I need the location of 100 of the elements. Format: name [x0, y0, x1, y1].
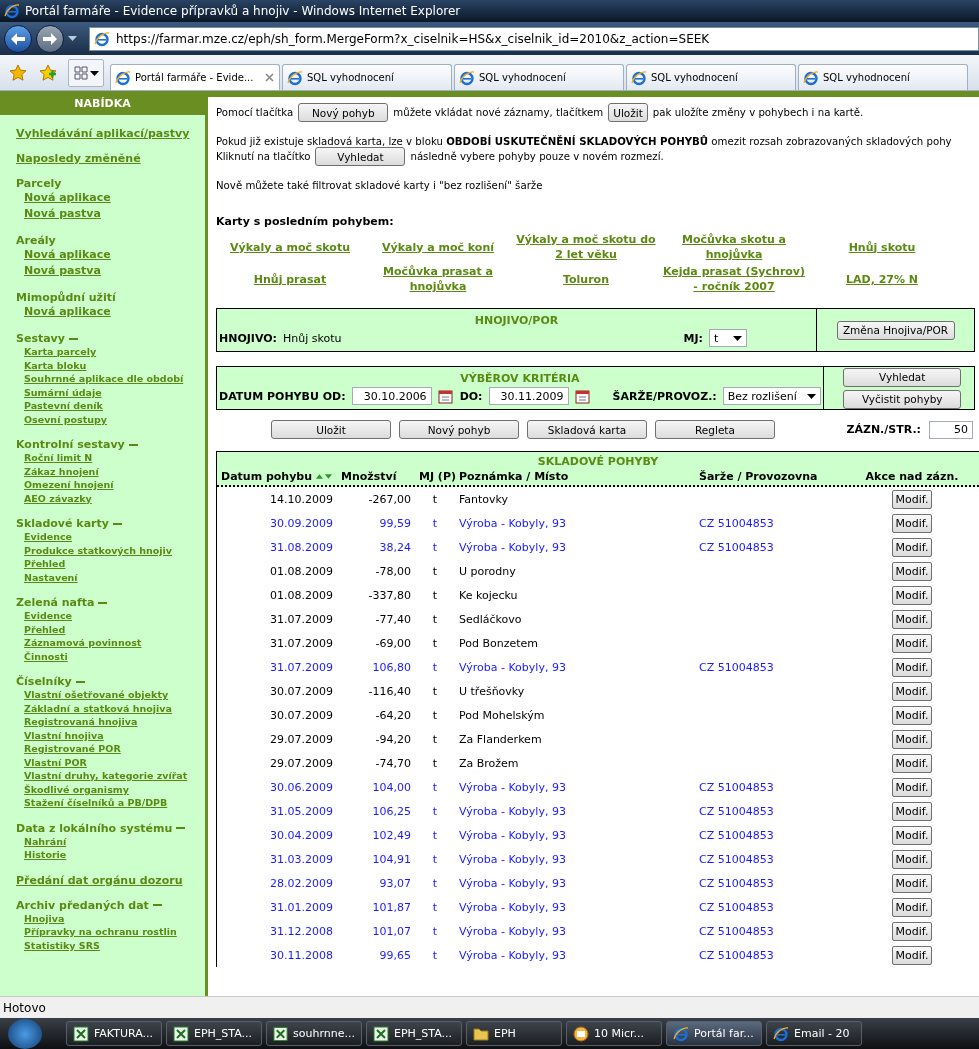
action-button[interactable]: Regleta [655, 420, 775, 439]
sidebar-link[interactable]: Zákaz hnojení [24, 464, 205, 478]
sidebar-link[interactable]: Nová aplikace [24, 305, 205, 318]
taskbar-button[interactable]: Portál far... [666, 1021, 762, 1046]
sidebar-link[interactable]: Roční limit N [24, 451, 205, 465]
sort-icon[interactable] [315, 473, 333, 480]
sidebar-link[interactable]: Přehled [24, 622, 205, 636]
taskbar-button[interactable]: Email - 20 [766, 1021, 862, 1046]
sidebar-link[interactable]: Historie [24, 848, 205, 862]
sidebar-link[interactable]: Činnosti [24, 649, 205, 663]
sidebar-link[interactable]: Produkce statkových hnojiv [24, 543, 205, 557]
action-button[interactable]: Skladová karta [527, 420, 647, 439]
change-fertilizer-button[interactable]: Změna Hnojiva/POR [836, 320, 955, 340]
batch-select[interactable]: Bez rozlišení [722, 387, 821, 405]
sidebar-link[interactable]: Vyhledávání aplikací/pastvy [16, 127, 205, 140]
sidebar-link[interactable]: Přehled [24, 557, 205, 571]
taskbar-button[interactable]: EPH [466, 1021, 562, 1046]
sidebar-link[interactable]: Osevní postupy [24, 412, 205, 426]
card-link[interactable]: Močůvka skotu a hnojůvka [660, 232, 808, 262]
action-button[interactable]: Uložit [271, 420, 391, 439]
sidebar-link[interactable]: Nahrání [24, 834, 205, 848]
sidebar-link[interactable]: Záznamová povinnost [24, 636, 205, 650]
modify-button[interactable]: Modif. [891, 777, 933, 797]
sidebar-link[interactable]: Hnojiva [24, 911, 205, 925]
collapse-icon[interactable] [68, 337, 78, 340]
modify-button[interactable]: Modif. [891, 609, 933, 629]
sidebar-link[interactable]: Registrovaná hnojiva [24, 715, 205, 729]
modify-button[interactable]: Modif. [891, 873, 933, 893]
taskbar-button[interactable]: souhrnne... [266, 1021, 362, 1046]
taskbar-button[interactable]: EPH_STA... [366, 1021, 462, 1046]
modify-button[interactable]: Modif. [891, 633, 933, 653]
form-button[interactable]: Vyčistit pohyby [843, 389, 962, 409]
close-icon[interactable] [265, 73, 274, 82]
sidebar-link[interactable]: Nastavení [24, 570, 205, 584]
form-button[interactable]: Vyhledat [843, 367, 962, 387]
address-field[interactable]: https://farmar.mze.cz/eph/sh_form.MergeForm?x_ciselnik=HS&x_ciselnik_id=2010&z_action=SEEK [89, 26, 979, 51]
sidebar-link[interactable]: Přípravky na ochranu rostlin [24, 925, 205, 939]
modify-button[interactable]: Modif. [891, 537, 933, 557]
browser-tab[interactable]: SQL vyhodnocení [282, 64, 452, 90]
sidebar-link[interactable]: Evidence [24, 609, 205, 623]
modify-button[interactable]: Modif. [891, 849, 933, 869]
modify-button[interactable]: Modif. [891, 681, 933, 701]
forward-button[interactable] [36, 24, 64, 53]
modify-button[interactable]: Modif. [891, 825, 933, 845]
sidebar-link[interactable]: Škodlivé organismy [24, 782, 205, 796]
sidebar-link[interactable]: Stažení číselníků a PB/DPB [24, 796, 205, 810]
card-link[interactable]: Výkaly a moč skotu [216, 239, 364, 255]
calendar-icon[interactable] [574, 388, 591, 404]
collapse-icon[interactable] [112, 522, 122, 525]
taskbar-button[interactable]: FAKTURA... [66, 1021, 162, 1046]
sidebar-link[interactable]: Naposledy změněné [16, 152, 205, 165]
modify-button[interactable]: Modif. [891, 705, 933, 725]
modify-button[interactable]: Modif. [891, 897, 933, 917]
modify-button[interactable]: Modif. [891, 561, 933, 581]
calendar-icon[interactable] [437, 388, 454, 404]
column-header[interactable]: Datum pohybu [217, 470, 337, 483]
browser-tab[interactable]: Portál farmáře - Evide... [110, 64, 280, 90]
sidebar-link[interactable]: Statistiky SRS [24, 938, 205, 952]
modify-button[interactable]: Modif. [891, 801, 933, 821]
sidebar-link[interactable]: Karta bloku [24, 358, 205, 372]
browser-tab[interactable]: SQL vyhodnocení [454, 64, 624, 90]
dropdown-arrow-icon[interactable] [68, 36, 77, 41]
sidebar-link[interactable]: Nová aplikace [24, 191, 205, 204]
back-button[interactable] [4, 24, 32, 53]
card-link[interactable]: Močůvka prasat a hnojůvka [364, 264, 512, 294]
card-link[interactable]: Výkaly a moč koní [364, 239, 512, 255]
sidebar-link[interactable]: Základní a statková hnojiva [24, 701, 205, 715]
date-field[interactable]: 30.10.2006 [351, 387, 432, 405]
sidebar-link[interactable]: Vlastní druhy, kategorie zvířat [24, 769, 205, 783]
card-link[interactable]: LAD, 27% N [808, 271, 956, 287]
sidebar-link[interactable]: Sumární údaje [24, 385, 205, 399]
card-link[interactable]: Výkaly a moč skotu do 2 let věku [512, 232, 660, 262]
date-field[interactable]: 30.11.2009 [488, 387, 569, 405]
sidebar-link[interactable]: Nová pastva [24, 264, 205, 277]
sidebar-link[interactable]: Evidence [24, 530, 205, 544]
sidebar-link[interactable]: Předání dat orgánu dozoru [16, 873, 205, 887]
sidebar-link[interactable]: Vlastní ošetřované objekty [24, 688, 205, 702]
collapse-icon[interactable] [75, 680, 85, 683]
sidebar-link[interactable]: Pastevní deník [24, 399, 205, 413]
action-button[interactable]: Nový pohyb [399, 420, 519, 439]
modify-button[interactable]: Modif. [891, 921, 933, 941]
sidebar-link[interactable]: Vlastní POR [24, 755, 205, 769]
inline-button[interactable]: Uložit [608, 103, 648, 122]
modify-button[interactable]: Modif. [891, 489, 933, 509]
browser-tab[interactable]: SQL vyhodnocení [798, 64, 968, 90]
sidebar-link[interactable]: Nová pastva [24, 207, 205, 220]
sidebar-link[interactable]: Souhrnné aplikace dle období [24, 372, 205, 386]
inline-button[interactable]: Vyhledat [315, 147, 406, 166]
modify-button[interactable]: Modif. [891, 513, 933, 533]
taskbar-button[interactable]: 10 Micr... [566, 1021, 662, 1046]
sidebar-link[interactable]: Omezení hnojení [24, 478, 205, 492]
card-link[interactable]: Kejda prasat (Sychrov) - ročník 2007 [660, 264, 808, 294]
quick-tabs-button[interactable] [68, 59, 104, 87]
collapse-icon[interactable] [128, 443, 138, 446]
sidebar-link[interactable]: Registrované POR [24, 742, 205, 756]
per-page-field[interactable]: 50 [929, 420, 973, 439]
inline-button[interactable]: Nový pohyb [298, 103, 389, 122]
card-link[interactable]: Hnůj prasat [216, 271, 364, 287]
start-button[interactable] [8, 1018, 42, 1049]
browser-tab[interactable]: SQL vyhodnocení [626, 64, 796, 90]
